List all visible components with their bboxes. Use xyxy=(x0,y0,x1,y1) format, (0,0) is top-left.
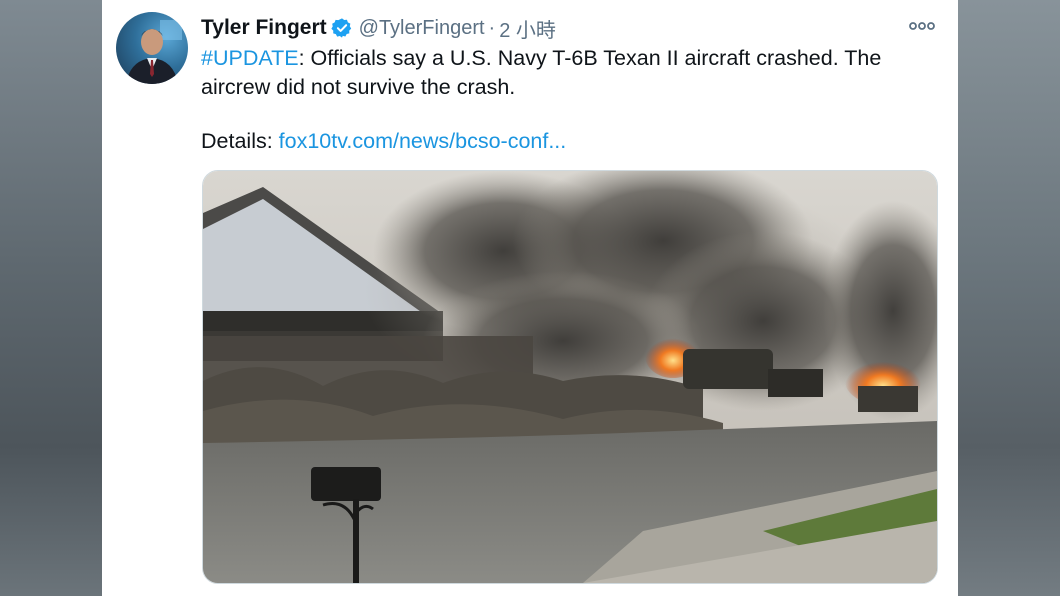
tweet-text-line-1: #UPDATE: Officials say a U.S. Navy T-6B … xyxy=(201,44,921,73)
author-handle[interactable]: @TylerFingert xyxy=(359,17,485,40)
background-left xyxy=(0,0,102,596)
background-right xyxy=(958,0,1060,596)
author-name[interactable]: Tyler Fingert xyxy=(201,16,327,40)
avatar-image xyxy=(126,20,182,84)
more-dots-icon xyxy=(909,22,935,30)
tweet-body: #UPDATE: Officials say a U.S. Navy T-6B … xyxy=(201,44,921,156)
tweet-details-line: Details: fox10tv.com/news/bcso-conf... xyxy=(201,127,921,156)
crash-scene-photo xyxy=(203,171,937,583)
avatar[interactable] xyxy=(116,12,188,84)
separator-dot: · xyxy=(488,16,496,39)
tweet-card: Tyler Fingert @TylerFingert · 2 小時 #UPDA… xyxy=(102,0,958,596)
hashtag-update[interactable]: #UPDATE xyxy=(201,46,299,70)
tweet-photo[interactable] xyxy=(202,170,938,584)
tweet-text-line-2: aircrew did not survive the crash. xyxy=(201,75,516,99)
verified-badge-icon xyxy=(331,18,351,38)
more-options-button[interactable] xyxy=(908,14,936,38)
timestamp[interactable]: 2 小時 xyxy=(499,14,556,43)
tweet-header: Tyler Fingert @TylerFingert · 2 小時 xyxy=(201,14,556,42)
article-link[interactable]: fox10tv.com/news/bcso-conf... xyxy=(279,129,567,153)
details-label: Details: xyxy=(201,129,279,153)
tweet-text-part-1: : Officials say a U.S. Navy T-6B Texan I… xyxy=(298,46,882,70)
